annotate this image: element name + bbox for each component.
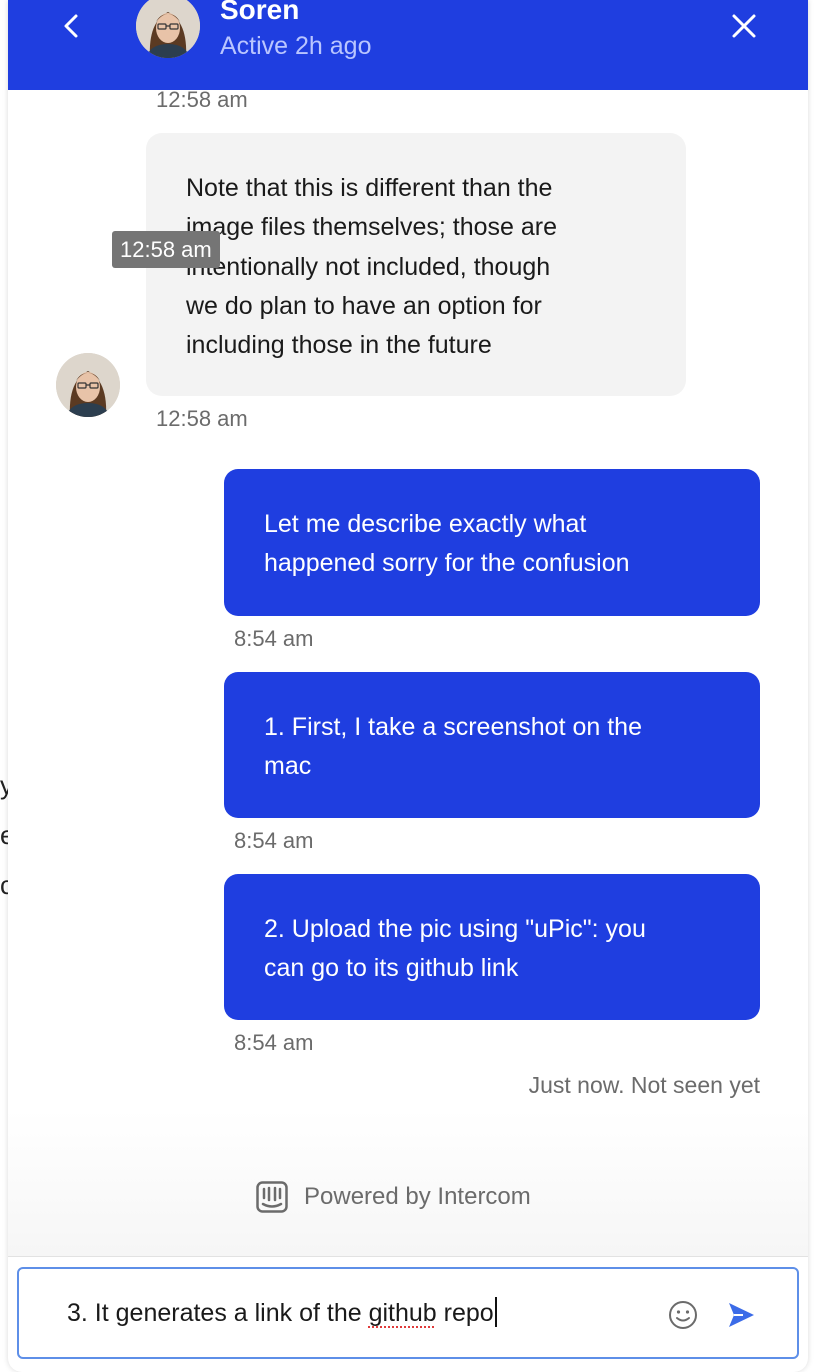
contact-status: Active 2h ago (220, 32, 372, 60)
input-text: 3. It generates a link of the (67, 1299, 369, 1327)
emoji-button[interactable] (667, 1299, 699, 1331)
contact-name: Soren (220, 0, 300, 25)
seen-status: Just now. Not seen yet (528, 1072, 760, 1098)
message-timestamp: 8:54 am (234, 626, 314, 651)
message-line: image files themselves; those are (186, 213, 558, 242)
send-button[interactable] (725, 1299, 757, 1331)
message-timestamp: 12:58 am (156, 87, 248, 112)
message-composer[interactable]: 3. It generates a link of the github rep… (17, 1267, 799, 1359)
message-line: including those in the future (186, 331, 492, 360)
message-line: intentionally not included, though (186, 252, 551, 281)
message-line: 2. Upload the pic using "uPic": you (264, 915, 646, 943)
message-line: Let me describe exactly what (264, 510, 587, 538)
message-line: Note that this is different than the (186, 174, 553, 202)
message-line: we do plan to have an option for (186, 291, 542, 320)
message-timestamp: 12:58 am (156, 406, 248, 431)
message-line: can go to its github link (264, 954, 519, 983)
message-line: mac (264, 752, 312, 781)
message-line: happened sorry for the confusion (264, 549, 630, 578)
close-button[interactable] (726, 8, 762, 44)
smiley-icon (669, 1301, 697, 1329)
close-icon (732, 14, 756, 38)
chevron-left-icon (64, 14, 78, 38)
back-button[interactable] (54, 8, 90, 44)
message-line: 1. First, I take a screenshot on the (264, 713, 642, 741)
powered-by-link[interactable]: Powered by Intercom (256, 1180, 531, 1214)
avatar (136, 0, 200, 58)
composer-divider (8, 1256, 808, 1257)
input-text: repo (436, 1299, 494, 1327)
intercom-logo-icon (256, 1181, 288, 1213)
send-icon (729, 1303, 754, 1327)
sender-avatar (56, 353, 120, 417)
outgoing-message-bubble[interactable]: 2. Upload the pic using "uPic": you can … (224, 874, 760, 1020)
powered-by-label: Powered by Intercom (304, 1183, 531, 1210)
message-timestamp: 8:54 am (234, 828, 314, 853)
conversation-header: Soren Active 2h ago (8, 0, 808, 90)
message-timestamp: 8:54 am (234, 1030, 314, 1055)
messenger-panel: Soren Active 2h ago 12:58 am Note that t… (8, 0, 808, 1372)
timestamp-tooltip: 12:58 am (112, 231, 220, 268)
outgoing-message-bubble[interactable]: 1. First, I take a screenshot on the mac (224, 672, 760, 818)
message-input[interactable]: 3. It generates a link of the github rep… (67, 1297, 497, 1328)
text-caret (494, 1297, 497, 1327)
misspelled-word[interactable]: github (369, 1299, 437, 1327)
incoming-message-bubble[interactable]: Note that this is different than the ima… (146, 133, 686, 396)
outgoing-message-bubble[interactable]: Let me describe exactly what happened so… (224, 469, 760, 616)
